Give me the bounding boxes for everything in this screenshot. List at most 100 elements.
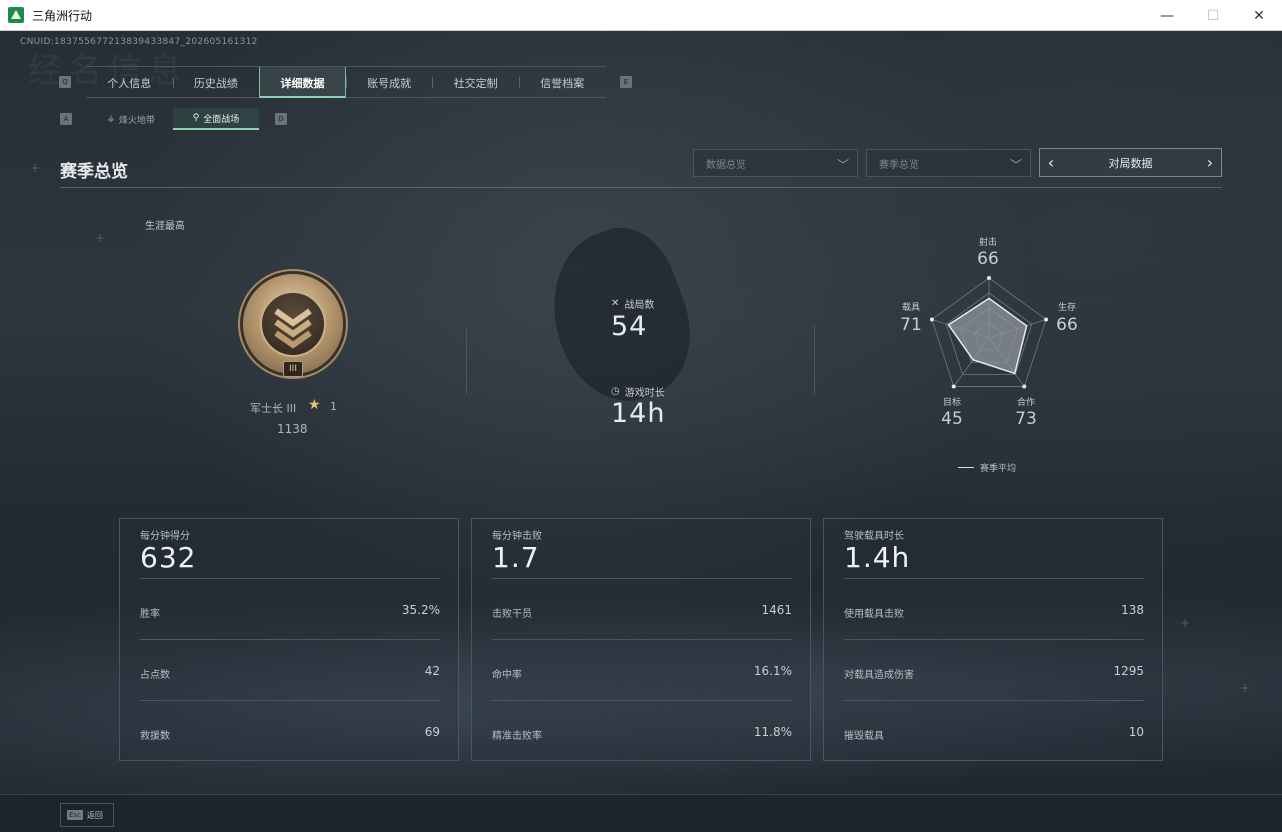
subtab-label: 全面战场 xyxy=(203,114,240,125)
row-label: 命中率 xyxy=(492,670,522,681)
tab-4[interactable]: 社交定制 xyxy=(432,67,519,98)
tab-0[interactable]: 个人信息 xyxy=(86,67,173,98)
row-value: 1461 xyxy=(761,603,792,617)
row-label: 击败干员 xyxy=(492,609,532,620)
crossed-swords-icon: ✕ xyxy=(611,298,620,309)
main-tab-bar: 个人信息 历史战绩 详细数据 账号成就 社交定制 信誉档案 xyxy=(86,66,606,98)
decor-crosshair-icon: + xyxy=(95,231,106,245)
radar-vertex-dot xyxy=(987,276,991,280)
window-title: 三角洲行动 xyxy=(32,8,93,23)
radar-value-polygon xyxy=(947,297,1028,375)
next-subtab-key-hint[interactable]: D xyxy=(275,113,287,125)
subtab-allout-warfare[interactable]: ⚲ 全面战场 xyxy=(173,108,259,130)
card-row: 占点数 42 xyxy=(140,639,440,700)
tab-2[interactable]: 详细数据 xyxy=(259,67,346,98)
row-value: 10 xyxy=(1128,725,1144,739)
tab-5[interactable]: 信誉档案 xyxy=(518,67,606,98)
matches-label-text: 战局数 xyxy=(624,300,655,311)
radar-axis-label-survival: 生存 xyxy=(1057,303,1076,313)
matches-value: 54 xyxy=(611,311,648,342)
dropdown-value: 数据总览 xyxy=(706,159,746,171)
card-row: 精准击败率 11.8% xyxy=(492,700,792,761)
firezone-icon: ⚶ xyxy=(107,114,115,124)
radar-axis-value-shooting: 66 xyxy=(977,249,999,269)
app-logo-icon xyxy=(8,7,24,23)
vehicle-time-card: 驾驶载具时长 1.4h 使用载具击败 138 对载具造成伤害 1295 摧毁载具 10 xyxy=(823,518,1163,761)
rank-tier-roman: III xyxy=(283,361,303,377)
decor-crosshair-icon: + xyxy=(30,161,41,175)
maximize-button[interactable]: ☐ xyxy=(1190,0,1236,31)
minimize-button[interactable]: — xyxy=(1144,0,1190,31)
radar-axis-value-vehicle: 71 xyxy=(900,315,922,335)
divider-vertical xyxy=(466,326,467,394)
row-label: 精准击败率 xyxy=(492,731,542,742)
radar-legend: 赛季平均 xyxy=(958,461,1016,474)
esc-key-hint: Esc xyxy=(67,810,83,820)
row-label: 使用载具击败 xyxy=(844,609,904,620)
decor-crosshair-icon: + xyxy=(1180,616,1191,630)
row-label: 对载具造成伤害 xyxy=(844,670,914,681)
card-big-value: 1.4h xyxy=(844,541,911,574)
decor-crosshair-icon: + xyxy=(1240,681,1251,695)
radar-axis-label-vehicle: 载具 xyxy=(901,303,920,313)
tab-3[interactable]: 账号成就 xyxy=(345,67,433,98)
card-title: 每分钟击败 xyxy=(492,531,542,542)
radar-vertex-dot xyxy=(951,384,956,389)
rank-badge-icon xyxy=(243,274,343,374)
warfare-icon: ⚲ xyxy=(192,113,200,123)
clock-icon: ◷ xyxy=(611,386,620,397)
prev-subtab-key-hint[interactable]: A xyxy=(60,113,72,125)
cnuid-label: CNUID:183755677213839433847_202605161312 xyxy=(20,37,258,47)
section-divider xyxy=(60,187,1222,188)
card-row: 胜率 35.2% xyxy=(140,578,440,639)
season-overview-dropdown[interactable]: 赛季总览 ﹀ xyxy=(866,149,1031,177)
row-label: 占点数 xyxy=(140,670,170,681)
card-row: 使用载具击败 138 xyxy=(844,578,1144,639)
card-title: 每分钟得分 xyxy=(140,531,190,542)
card-row: 救援数 69 xyxy=(140,700,440,761)
rank-name: 军士长 III xyxy=(250,402,297,415)
playtime-label: ◷ 游戏时长 xyxy=(611,384,665,399)
subtab-firezone[interactable]: ⚶ 烽火地带 xyxy=(90,108,172,130)
bottom-action-bar: Esc 返回 xyxy=(0,794,1282,832)
rank-chevron-emblem xyxy=(260,291,326,357)
prev-tab-key-hint[interactable]: Q xyxy=(59,76,71,88)
kills-per-minute-card: 每分钟击败 1.7 击败干员 1461 命中率 16.1% 精准击败率 11.8% xyxy=(471,518,811,761)
row-label: 救援数 xyxy=(140,731,170,742)
radar-axis-label-cooperation: 合作 xyxy=(1016,398,1035,408)
divider-vertical xyxy=(814,326,815,394)
star-icon: ★ xyxy=(308,397,321,413)
card-big-value: 1.7 xyxy=(492,541,540,574)
radar-vertex-dot xyxy=(1022,384,1027,389)
chevron-down-icon: ﹀ xyxy=(1009,158,1022,172)
match-data-pager: ‹ 对局数据 › xyxy=(1039,148,1222,177)
tab-1[interactable]: 历史战绩 xyxy=(172,67,260,98)
radar-axis-label-objective: 目标 xyxy=(942,398,961,408)
career-highest-label: 生涯最高 xyxy=(145,221,185,232)
radar-axis-value-cooperation: 73 xyxy=(1015,409,1037,429)
chevron-right-icon[interactable]: › xyxy=(1199,153,1221,172)
data-overview-dropdown[interactable]: 数据总览 ﹀ xyxy=(693,149,858,177)
card-big-value: 632 xyxy=(140,541,197,574)
radar-axis-label-shooting: 射击 xyxy=(978,238,997,248)
row-value: 42 xyxy=(424,664,440,678)
row-value: 1295 xyxy=(1113,664,1144,678)
row-label: 摧毁载具 xyxy=(844,731,884,742)
radar-axis-value-objective: 45 xyxy=(941,409,963,429)
legend-label: 赛季平均 xyxy=(980,464,1017,474)
card-title: 驾驶载具时长 xyxy=(844,531,904,542)
chevron-left-icon[interactable]: ‹ xyxy=(1040,153,1062,172)
back-button[interactable]: Esc 返回 xyxy=(60,803,114,827)
section-title: 赛季总览 xyxy=(60,162,128,182)
ability-radar-chart xyxy=(929,276,1049,389)
matches-label: ✕ 战局数 xyxy=(611,296,654,311)
window-controls: — ☐ ✕ xyxy=(1144,0,1282,31)
card-row: 摧毁载具 10 xyxy=(844,700,1144,761)
dropdown-value: 赛季总览 xyxy=(879,159,919,171)
chevron-stripes-icon xyxy=(274,308,312,349)
close-button[interactable]: ✕ xyxy=(1236,0,1282,31)
next-tab-key-hint[interactable]: E xyxy=(620,76,632,88)
rank-star-count: 1 xyxy=(330,400,337,413)
row-value: 69 xyxy=(424,725,440,739)
rank-score: 1138 xyxy=(277,422,308,436)
